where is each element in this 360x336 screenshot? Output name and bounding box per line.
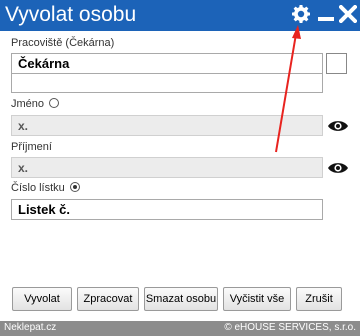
footer-bar: Neklepat.cz © eHOUSE SERVICES, s.r.o. — [0, 321, 360, 336]
pracoviste-label: Pracoviště (Čekárna) — [11, 37, 115, 49]
close-button[interactable] — [337, 3, 359, 25]
jmeno-eye-icon[interactable] — [327, 119, 349, 133]
window-title: Vyvolat osobu — [5, 3, 137, 26]
pracoviste-empty-row[interactable] — [12, 74, 322, 92]
prijmeni-label: Příjmení — [11, 141, 52, 153]
pracoviste-value[interactable]: Čekárna — [12, 54, 322, 74]
close-icon — [339, 5, 357, 23]
footer-copyright: © eHOUSE SERVICES, s.r.o. — [224, 322, 356, 333]
vycistit-vse-button[interactable]: Vyčistit vše — [223, 287, 291, 311]
pracoviste-list[interactable]: Čekárna — [11, 53, 323, 93]
vyvolat-button[interactable]: Vyvolat — [12, 287, 72, 311]
gear-icon — [292, 5, 310, 23]
zrusit-button[interactable]: Zrušit — [296, 287, 342, 311]
jmeno-radio[interactable] — [49, 98, 60, 108]
cislo-listku-label: Číslo lístku — [11, 182, 65, 194]
cislo-listku-radio[interactable] — [69, 182, 80, 192]
jmeno-label: Jméno — [11, 98, 45, 110]
pracoviste-side-checkbox[interactable] — [326, 53, 347, 74]
prijmeni-field[interactable]: x. — [11, 157, 323, 178]
footer-left-text: Neklepat.cz — [4, 322, 57, 333]
minimize-button[interactable] — [315, 3, 337, 25]
prijmeni-eye-icon[interactable] — [327, 161, 349, 175]
smazat-osobu-button[interactable]: Smazat osobu — [144, 287, 218, 311]
cislo-listku-label-group: Číslo lístku — [11, 182, 80, 194]
settings-button[interactable] — [290, 3, 312, 25]
jmeno-label-group: Jméno — [11, 98, 60, 110]
jmeno-field[interactable]: x. — [11, 115, 323, 136]
minimize-icon — [318, 17, 334, 21]
dialog-window: Vyvolat osobu Pracoviště (Čekárna) Čekár… — [0, 0, 360, 336]
title-bar: Vyvolat osobu — [0, 0, 360, 31]
cislo-listku-field[interactable]: Listek č. — [11, 199, 323, 220]
zpracovat-button[interactable]: Zpracovat — [77, 287, 139, 311]
